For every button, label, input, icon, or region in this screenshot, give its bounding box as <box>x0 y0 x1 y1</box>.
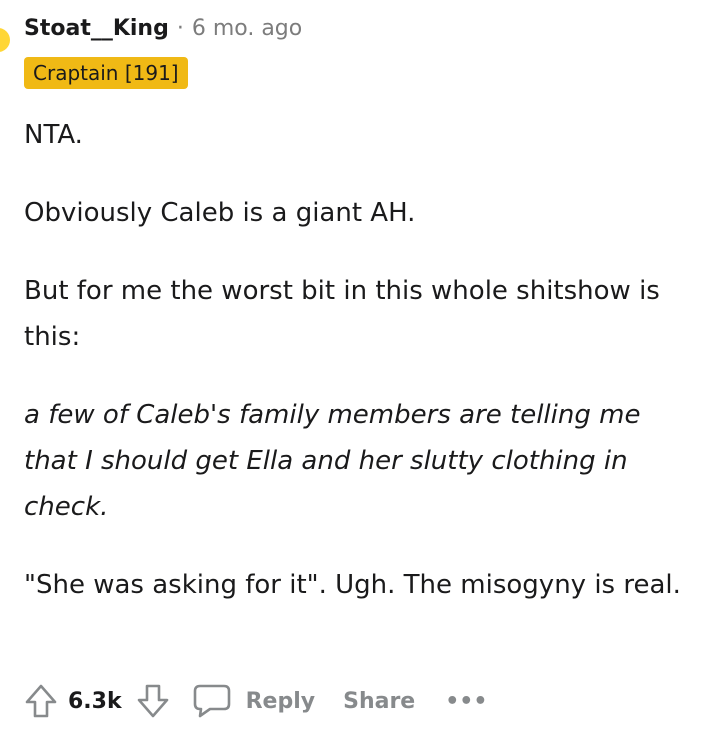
comment-paragraph: But for me the worst bit in this whole s… <box>24 276 660 352</box>
comment-action-bar: 6.3k Reply Share ••• <box>24 676 487 726</box>
avatar[interactable] <box>0 28 10 52</box>
speech-bubble-icon <box>192 683 232 719</box>
comment-paragraph: "She was asking for it". Ugh. The misogy… <box>24 570 681 600</box>
quoted-paragraph: a few of Caleb's family members are tell… <box>24 400 641 522</box>
share-button[interactable]: Share <box>343 689 415 714</box>
more-dots-icon[interactable]: ••• <box>445 689 487 714</box>
comment-timestamp[interactable]: 6 mo. ago <box>192 14 302 44</box>
username-link[interactable]: Stoat__King <box>24 14 169 44</box>
comment-body: NTA. Obviously Caleb is a giant AH. But … <box>24 112 692 640</box>
comment-header: Stoat__King · 6 mo. ago <box>24 14 302 44</box>
user-flair: Craptain [191] <box>24 57 188 89</box>
comment-screenshot: Stoat__King · 6 mo. ago Craptain [191] N… <box>0 0 708 736</box>
reply-button[interactable]: Reply <box>192 683 316 719</box>
comment-paragraph: NTA. <box>24 120 83 150</box>
arrow-down-icon[interactable] <box>136 683 170 719</box>
reply-label: Reply <box>245 688 316 714</box>
comment-paragraph: Obviously Caleb is a giant AH. <box>24 198 416 228</box>
vote-count: 6.3k <box>68 688 122 714</box>
meta-separator: · <box>176 16 184 41</box>
arrow-up-icon[interactable] <box>24 683 58 719</box>
